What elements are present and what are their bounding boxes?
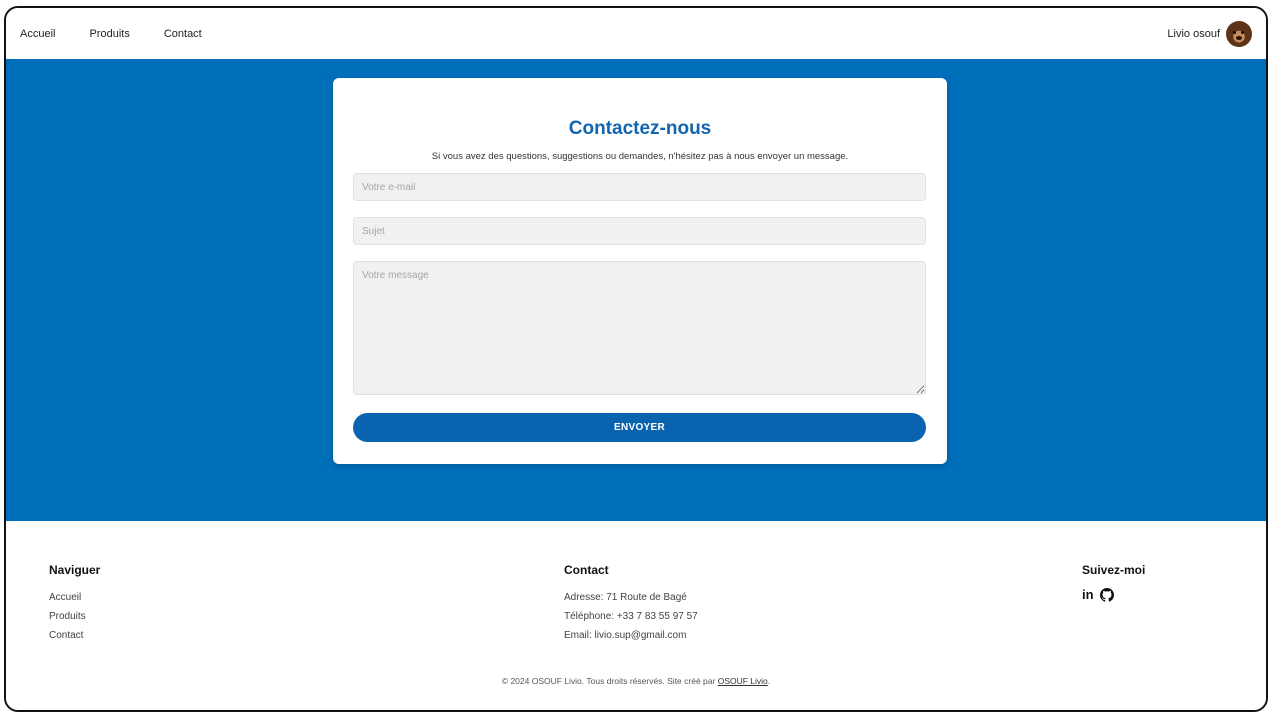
footer-phone: Téléphone: +33 7 83 55 97 57	[564, 611, 698, 622]
footer-social-title: Suivez-moi	[1082, 563, 1146, 577]
linkedin-icon[interactable]: in	[1082, 588, 1094, 602]
contact-form-card: Contactez-nous Si vous avez des question…	[333, 78, 947, 464]
footer-nav-column: Naviguer Accueil Produits Contact	[49, 563, 100, 645]
footer-social-column: Suivez-moi in	[1082, 563, 1145, 602]
send-button[interactable]: ENVOYER	[353, 413, 926, 442]
footer-contact-title: Contact	[564, 563, 609, 577]
email-field[interactable]	[353, 173, 926, 201]
copyright-text: © 2024 OSOUF Livio. Tous droits réservés…	[501, 676, 718, 686]
user-menu[interactable]: Livio osouf	[1167, 20, 1252, 47]
footer-link-contact[interactable]: Contact	[49, 626, 100, 645]
avatar[interactable]	[1226, 20, 1252, 47]
copyright: © 2024 OSOUF Livio. Tous droits réservés…	[6, 676, 1266, 686]
footer-email: Email: livio.sup@gmail.com	[564, 630, 687, 641]
footer-nav-title: Naviguer	[49, 563, 101, 577]
page-title: Contactez-nous	[568, 118, 712, 139]
footer-address: Adresse: 71 Route de Bagé	[564, 592, 687, 603]
github-icon[interactable]	[1099, 588, 1114, 602]
footer: Naviguer Accueil Produits Contact Contac…	[6, 521, 1266, 710]
nav-links: Accueil Produits Contact	[20, 28, 202, 40]
nav-link-contact[interactable]: Contact	[164, 28, 202, 40]
footer-link-produits[interactable]: Produits	[49, 607, 100, 626]
top-navbar: Accueil Produits Contact Livio osouf	[6, 8, 1266, 59]
nav-link-produits[interactable]: Produits	[89, 28, 129, 40]
user-name: Livio osouf	[1167, 27, 1220, 40]
footer-link-accueil[interactable]: Accueil	[49, 588, 100, 607]
copyright-suffix: .	[767, 676, 771, 686]
form-subtitle: Si vous avez des questions, suggestions …	[431, 151, 849, 162]
social-icons: in	[1082, 588, 1145, 602]
footer-contact-column: Contact Adresse: 71 Route de Bagé Téléph…	[564, 563, 698, 645]
message-field[interactable]	[353, 261, 926, 395]
browser-frame: Accueil Produits Contact Livio osouf Con…	[4, 6, 1268, 712]
copyright-link[interactable]: OSOUF Livio	[718, 676, 768, 686]
contact-section: Contactez-nous Si vous avez des question…	[6, 59, 1266, 521]
subject-field[interactable]	[353, 217, 926, 245]
nav-link-accueil[interactable]: Accueil	[20, 28, 55, 40]
